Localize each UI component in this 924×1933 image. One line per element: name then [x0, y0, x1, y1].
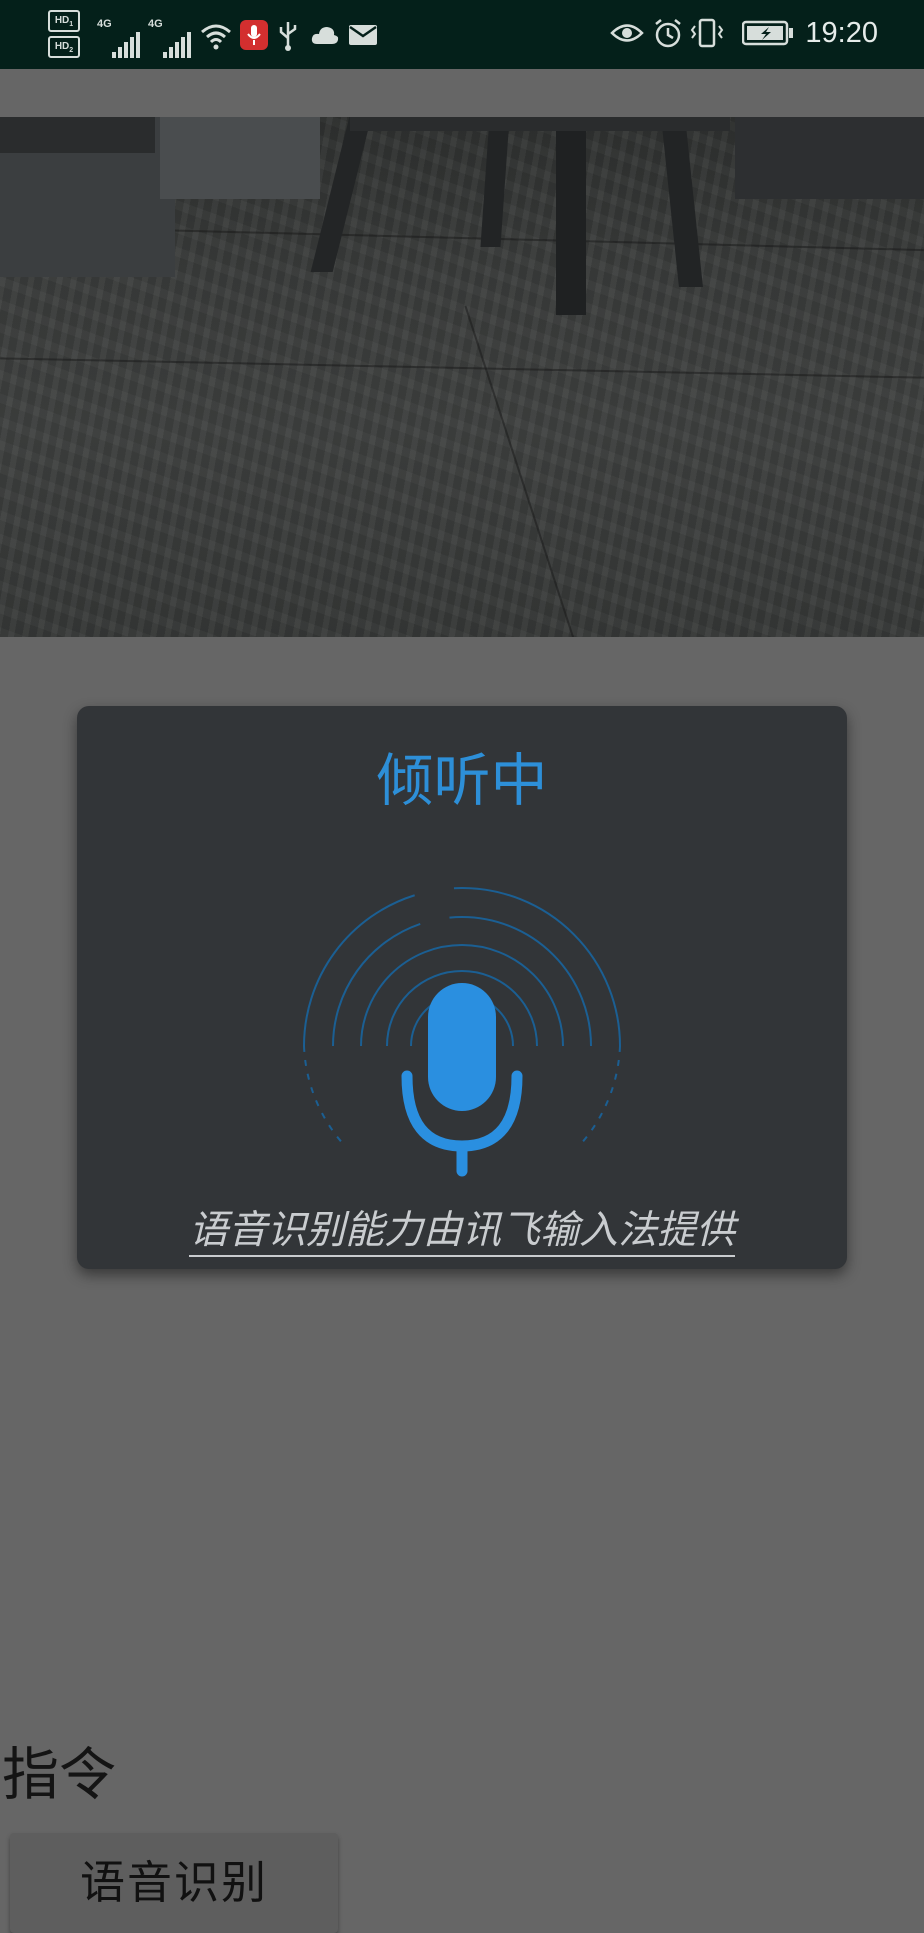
alarm-icon	[655, 19, 681, 48]
usb-icon	[279, 22, 297, 51]
signal-icon	[163, 32, 193, 58]
microphone-animation[interactable]	[275, 826, 649, 1186]
cloud-icon	[311, 27, 339, 44]
command-label: 指令	[2, 1742, 116, 1808]
speech-recognition-button[interactable]: 语音识别	[10, 1833, 338, 1933]
cabinet-edge	[0, 117, 155, 153]
wifi-icon	[201, 24, 231, 50]
background-object	[735, 117, 924, 199]
chair-leg	[556, 117, 586, 315]
hd-badge-sim2: HD2	[48, 36, 80, 58]
battery-charging-icon	[742, 20, 793, 46]
microphone-recording-icon	[240, 20, 268, 50]
wall-box	[160, 117, 320, 199]
eye-icon	[610, 24, 644, 42]
mail-icon	[349, 25, 377, 45]
vibrate-icon	[690, 18, 724, 48]
chair-seat	[350, 117, 730, 131]
clock-time: 19:20	[805, 17, 878, 49]
hd-badge-sim1: HD1	[48, 10, 80, 32]
network-type-2: 4G	[148, 18, 163, 30]
listening-title: 倾听中	[376, 748, 548, 814]
signal-icon	[112, 32, 142, 58]
network-type-1: 4G	[97, 18, 112, 30]
microphone-icon[interactable]	[275, 826, 649, 1186]
credit-link-text[interactable]: 语音识别能力由讯飞输入法提供	[188, 1208, 735, 1257]
voice-recognition-dialog: 倾听中 语音识别能力由讯飞输入法提供	[77, 706, 847, 1269]
status-bar: HD1 HD2 4G 4G 19:20	[0, 0, 924, 69]
camera-preview	[0, 117, 924, 637]
credit-link[interactable]: 语音识别能力由讯飞输入法提供	[77, 1208, 847, 1257]
